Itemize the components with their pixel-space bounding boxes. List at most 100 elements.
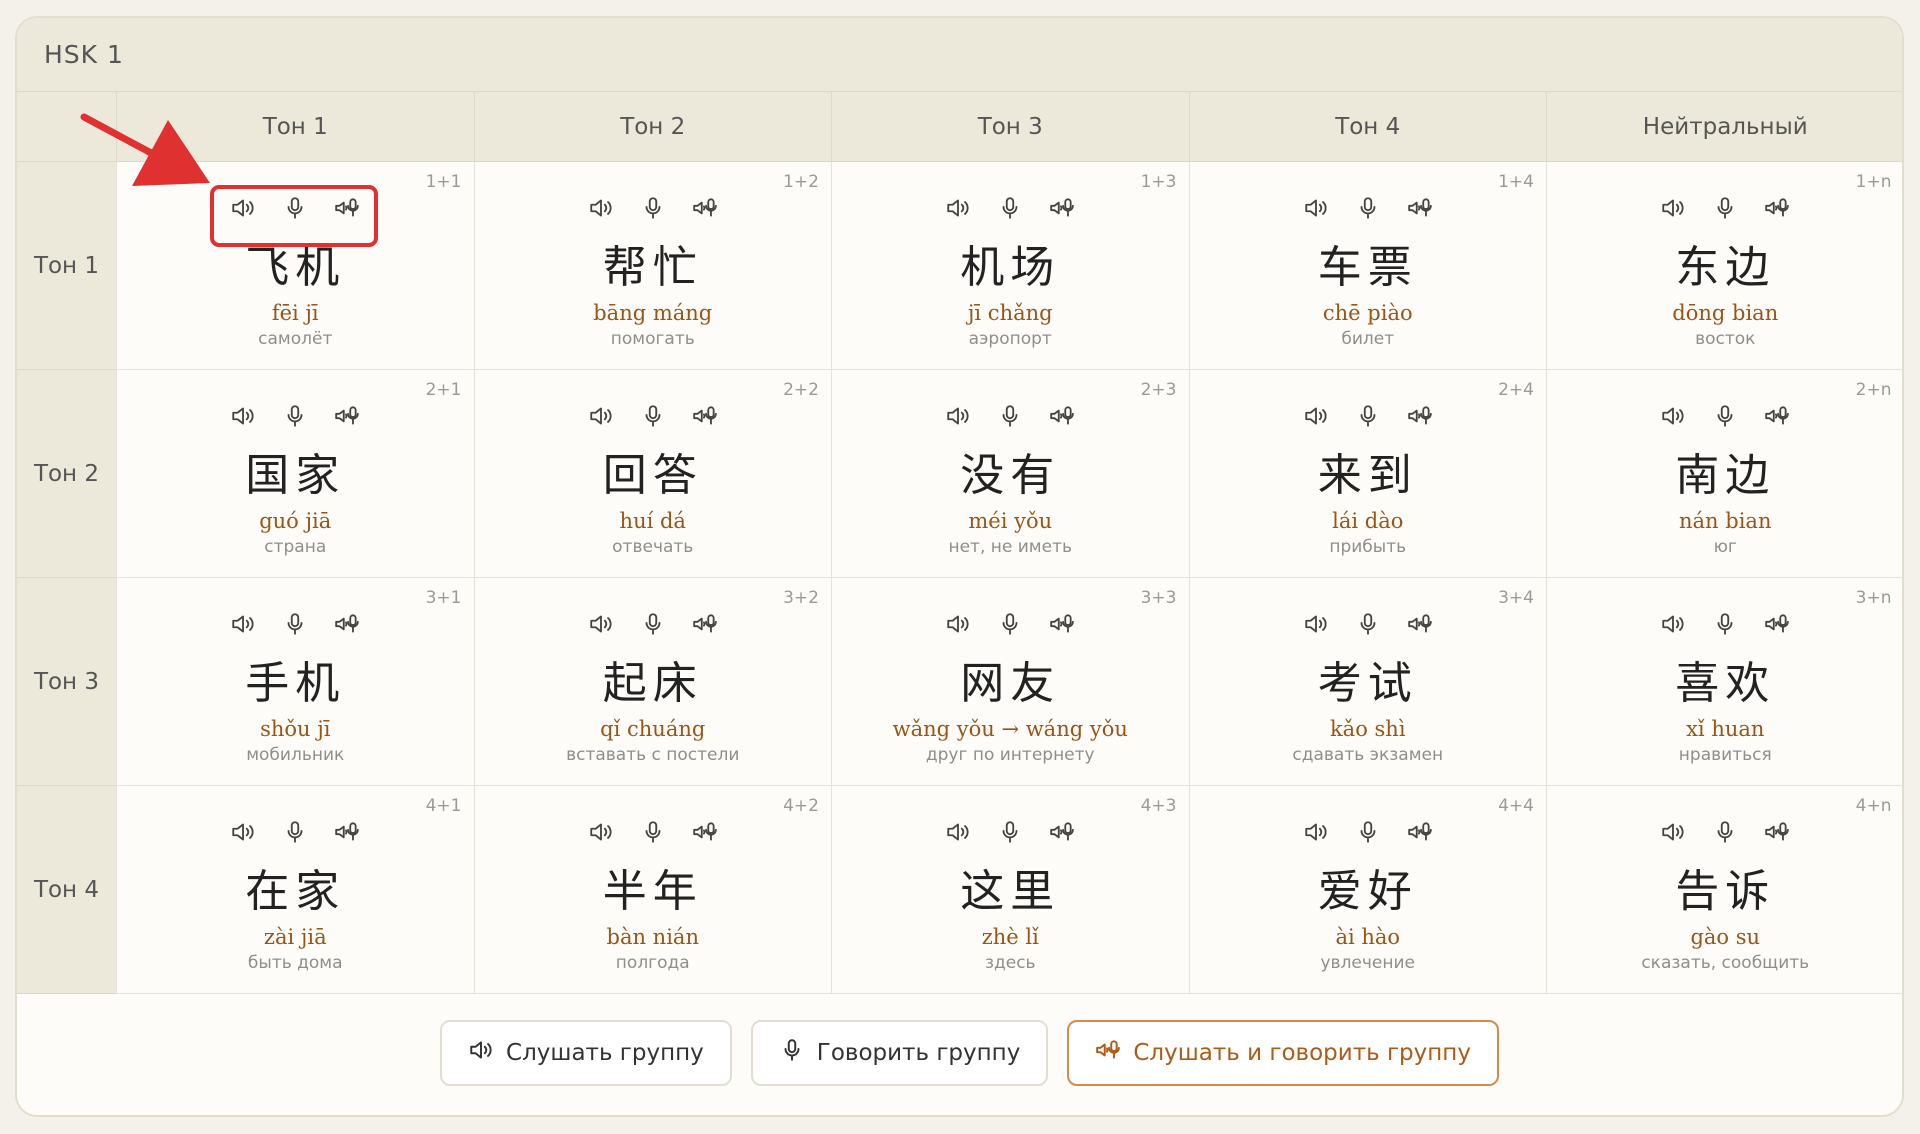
speak-button[interactable] [639,612,667,640]
microphone-icon [1712,195,1738,225]
microphone-icon [282,819,308,849]
hanzi-word: 东边 [1675,242,1776,293]
listen-speak-button[interactable] [1763,196,1791,224]
word-cell: 4+4 爱好 ài hào увлечение [1188,786,1546,994]
listen-speak-button[interactable] [1048,820,1076,848]
listen-button[interactable] [1302,404,1330,432]
listen-speak-button[interactable] [691,820,719,848]
hanzi-word: 来到 [1317,450,1418,501]
microphone-icon [997,403,1023,433]
listen-button[interactable] [587,820,615,848]
listen-button[interactable] [229,404,257,432]
tone-combo-label: 2+3 [1140,380,1177,400]
listen-button[interactable] [944,820,972,848]
tone-combo-label: 3+1 [425,588,462,608]
tone-combo-label: 4+n [1855,796,1892,816]
translation-text: помогать [610,329,695,349]
speak-button[interactable] [1711,404,1739,432]
listen-speak-button[interactable] [1406,404,1434,432]
cell-actions [117,404,474,432]
speak-button[interactable] [996,612,1024,640]
word-cell: 2+2 回答 huí dá отвечать [473,370,831,578]
speak-button[interactable] [1354,612,1382,640]
word-cell: 4+1 在家 zài jiā быть дома [116,786,474,994]
speak-group-label: Говорить группу [816,1039,1021,1066]
listen-speak-button[interactable] [1406,612,1434,640]
word-cell: 4+n 告诉 gào su сказать, сообщить [1546,786,1902,994]
listen-speak-button[interactable] [1048,196,1076,224]
listen-speak-group-label: Слушать и говорить группу [1133,1039,1471,1066]
listen-speak-group-button[interactable]: Слушать и говорить группу [1067,1019,1499,1086]
listen-group-label: Слушать группу [506,1039,704,1066]
speak-button[interactable] [281,404,309,432]
listen-speak-button[interactable] [333,404,361,432]
listen-button[interactable] [587,612,615,640]
speak-group-button[interactable]: Говорить группу [750,1019,1049,1086]
speak-button[interactable] [996,820,1024,848]
listen-button[interactable] [1302,820,1330,848]
listen-group-button[interactable]: Слушать группу [440,1019,732,1086]
listen-speak-button[interactable] [691,196,719,224]
tone-combo-label: 1+4 [1498,172,1534,192]
pinyin-text: méi yǒu [968,509,1053,533]
speak-button[interactable] [281,820,309,848]
listen-button[interactable] [229,612,257,640]
listen-button[interactable] [944,196,972,224]
speak-button[interactable] [1711,196,1739,224]
tone-combo-label: 1+3 [1140,172,1177,192]
translation-text: нет, не иметь [948,537,1072,557]
translation-text: сказать, сообщить [1641,953,1810,973]
listen-speak-button[interactable] [1763,404,1791,432]
listen-button[interactable] [1659,612,1687,640]
microphone-icon [997,819,1023,849]
speaker-icon [945,611,971,641]
speak-button[interactable] [1354,820,1382,848]
speak-button[interactable] [1354,404,1382,432]
speak-button[interactable] [639,196,667,224]
listen-speak-button[interactable] [691,612,719,640]
microphone-icon [1712,819,1738,849]
microphone-icon [1712,403,1738,433]
word-cell: 2+3 没有 méi yǒu нет, не иметь [831,370,1189,578]
listen-button[interactable] [229,820,257,848]
speaker-microphone-icon [692,819,718,849]
listen-button[interactable] [944,404,972,432]
listen-button[interactable] [1302,612,1330,640]
pinyin-text: dōng bian [1672,301,1779,325]
microphone-icon [1355,611,1381,641]
listen-speak-button[interactable] [1763,820,1791,848]
listen-speak-button[interactable] [1406,820,1434,848]
listen-speak-button[interactable] [691,404,719,432]
listen-button[interactable] [587,196,615,224]
speak-button[interactable] [1711,612,1739,640]
listen-speak-button[interactable] [1406,196,1434,224]
cell-actions [1547,820,1902,848]
speak-button[interactable] [996,196,1024,224]
tone-combo-label: 2+2 [783,380,819,400]
speak-button[interactable] [281,612,309,640]
cell-actions [1547,612,1902,640]
pinyin-text: zài jiā [263,925,327,949]
cell-actions [1547,196,1902,224]
listen-button[interactable] [944,612,972,640]
speak-button[interactable] [1711,820,1739,848]
tone-combo-label: 2+n [1855,380,1892,400]
listen-button[interactable] [587,404,615,432]
speaker-icon [588,611,614,641]
listen-speak-button[interactable] [1048,612,1076,640]
listen-speak-button[interactable] [333,612,361,640]
speaker-microphone-icon [334,819,360,849]
speak-button[interactable] [1354,196,1382,224]
hanzi-word: 回答 [602,450,703,501]
listen-button[interactable] [1302,196,1330,224]
listen-speak-button[interactable] [1048,404,1076,432]
listen-button[interactable] [1659,196,1687,224]
listen-button[interactable] [1659,404,1687,432]
speak-button[interactable] [639,820,667,848]
listen-button[interactable] [1659,820,1687,848]
cell-actions [117,820,474,848]
listen-speak-button[interactable] [1763,612,1791,640]
speak-button[interactable] [639,404,667,432]
listen-speak-button[interactable] [333,820,361,848]
speak-button[interactable] [996,404,1024,432]
